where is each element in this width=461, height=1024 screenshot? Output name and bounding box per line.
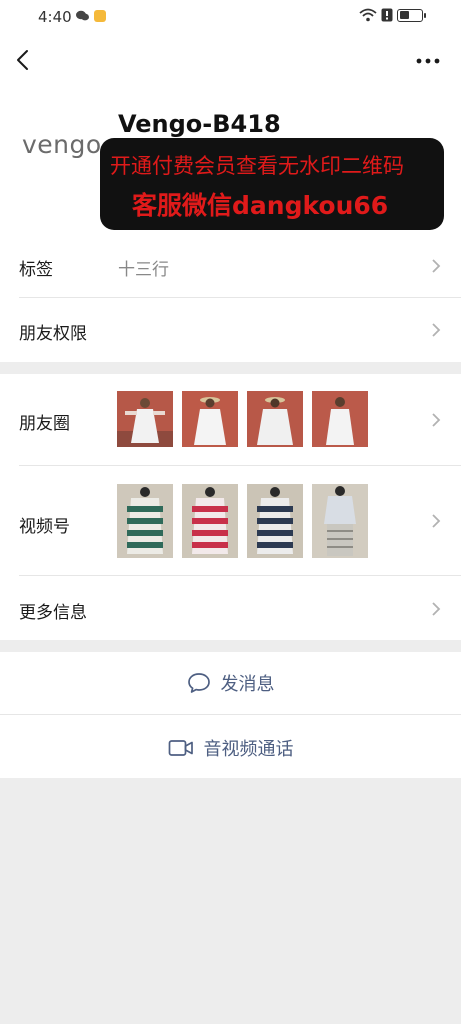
row-more-info-label: 更多信息 — [19, 603, 87, 623]
moments-thumbnail — [117, 391, 173, 447]
chevron-right-icon — [432, 323, 441, 337]
send-message-button[interactable]: 发消息 — [0, 652, 461, 714]
chat-bubble-icon — [187, 673, 210, 693]
channel-thumbnail — [182, 484, 238, 558]
row-permissions[interactable]: 朋友权限 — [0, 298, 461, 362]
send-message-label: 发消息 — [220, 674, 275, 695]
wechat-notification-icon — [76, 10, 89, 21]
row-tags[interactable]: 标签 十三行 — [0, 234, 461, 298]
status-time: 4:40 — [38, 8, 72, 26]
settings-group: 标签 十三行 朋友权限 — [0, 234, 461, 362]
row-moments-label: 朋友圈 — [19, 414, 70, 434]
wifi-icon — [359, 8, 377, 22]
row-more-info[interactable]: 更多信息 — [0, 576, 461, 640]
moments-thumbnail — [182, 391, 238, 447]
profile-content-group: 朋友圈 视频号 更多信息 — [0, 374, 461, 640]
moments-thumbnail — [247, 391, 303, 447]
chevron-right-icon — [432, 602, 441, 616]
status-bar: 4:40 — [0, 0, 461, 34]
battery-icon — [397, 8, 426, 22]
row-tags-label: 标签 — [19, 260, 53, 280]
watermark-line-1: 开通付费会员查看无水印二维码 — [110, 154, 404, 178]
video-call-button[interactable]: 音视频通话 — [0, 715, 461, 778]
channel-thumbnail — [247, 484, 303, 558]
channels-thumbnails — [117, 484, 368, 558]
video-call-label: 音视频通话 — [203, 739, 294, 760]
row-channels[interactable]: 视频号 — [0, 466, 461, 576]
chevron-right-icon — [432, 514, 441, 528]
profile-name: Vengo-B418 — [118, 110, 281, 138]
channel-thumbnail — [117, 484, 173, 558]
back-arrow-icon[interactable] — [12, 48, 36, 72]
video-camera-icon — [168, 740, 193, 756]
avatar[interactable]: vengo — [22, 130, 102, 159]
watermark-line-2: 客服微信dangkou66 — [132, 191, 389, 220]
watermark-banner: 开通付费会员查看无水印二维码 客服微信dangkou66 — [100, 138, 444, 230]
moments-thumbnail — [312, 391, 368, 447]
chevron-right-icon — [432, 413, 441, 427]
row-permissions-label: 朋友权限 — [19, 324, 87, 344]
row-channels-label: 视频号 — [19, 517, 70, 537]
chevron-right-icon — [432, 259, 441, 273]
channel-thumbnail — [312, 484, 368, 558]
app-notification-icon — [94, 10, 106, 22]
row-tags-value: 十三行 — [118, 260, 169, 280]
row-moments[interactable]: 朋友圈 — [0, 374, 461, 466]
alert-icon — [381, 8, 393, 22]
more-options-icon[interactable] — [415, 56, 441, 66]
moments-thumbnails — [117, 391, 368, 447]
